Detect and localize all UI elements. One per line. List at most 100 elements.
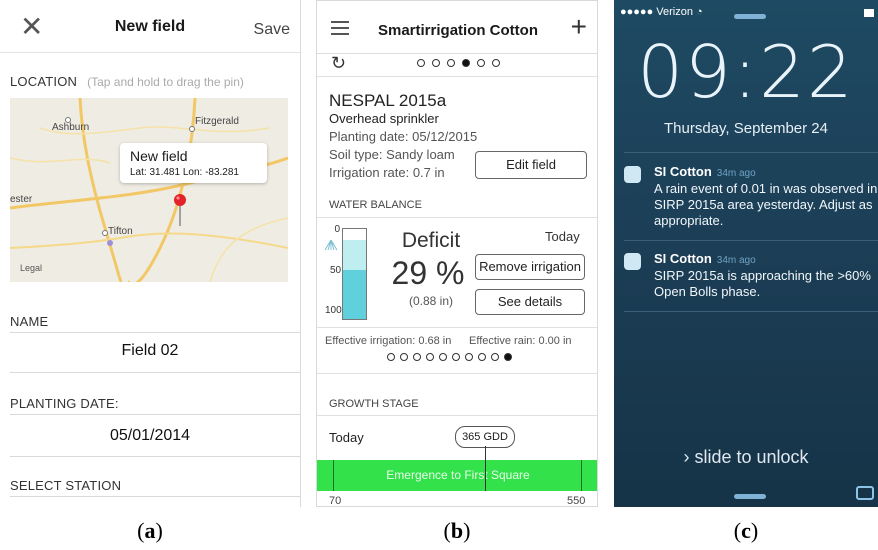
location-label-text: LOCATION: [10, 74, 78, 89]
slide-to-unlock[interactable]: › slide to unlock: [614, 447, 878, 468]
page-dot[interactable]: [465, 353, 473, 361]
notification-center-handle[interactable]: [734, 14, 766, 19]
divider: [317, 415, 597, 416]
caption-c: (c): [733, 518, 759, 543]
lock-date: Thursday, September 24: [664, 120, 828, 137]
page-dot[interactable]: [426, 353, 434, 361]
gauge-fill-deficit: [343, 269, 366, 319]
carrier-name: Verizon: [656, 6, 693, 18]
page-dot[interactable]: [478, 353, 486, 361]
divider: [317, 217, 597, 218]
plus-icon[interactable]: +: [571, 11, 587, 43]
range-max: 550: [567, 495, 586, 507]
app-title: Smartirrigation Cotton: [378, 22, 538, 39]
page-dot[interactable]: [432, 59, 440, 67]
irrigation-rate: Irrigation rate: 0.7 in: [329, 165, 445, 180]
gauge-scale-label: 50: [330, 265, 342, 276]
location-label: LOCATION (Tap and hold to drag the pin): [10, 74, 244, 89]
edit-field-button[interactable]: Edit field: [475, 151, 587, 179]
select-station-label[interactable]: SELECT STATION: [10, 478, 121, 493]
divider: [317, 373, 597, 374]
notification-message: SIRP 2015a is approaching the >60% Open …: [654, 268, 871, 299]
divider: [624, 311, 878, 312]
caption-letter: c: [741, 518, 751, 543]
day-label: Today: [545, 229, 580, 244]
planting-date-field[interactable]: 05/01/2014: [0, 427, 300, 445]
divider: [10, 496, 300, 497]
map-pin-icon[interactable]: [173, 193, 187, 227]
control-center-handle[interactable]: [734, 494, 766, 499]
field-dashboard-screen: Smartirrigation Cotton + ↻ NESPAL 2015a …: [316, 0, 598, 507]
page-dot[interactable]: [439, 353, 447, 361]
caption-a: (a): [137, 518, 163, 543]
divider: [624, 240, 878, 241]
page-dot[interactable]: [477, 59, 485, 67]
irrigation-type: Overhead sprinkler: [329, 111, 439, 126]
camera-icon[interactable]: [856, 486, 874, 500]
map-legal-link[interactable]: Legal: [20, 263, 42, 273]
deficit-inches: (0.88 in): [408, 294, 454, 308]
growth-today-label: Today: [329, 430, 364, 445]
gdd-marker-line: [485, 446, 486, 491]
nav-bar: ✕ New field Save: [0, 0, 300, 53]
divider: [10, 456, 300, 457]
water-balance-label: WATER BALANCE: [329, 199, 422, 211]
pin-callout: New field Lat: 31.481 Lon: -83.281: [120, 143, 267, 183]
gdd-marker: 365 GDD: [455, 426, 515, 448]
page-dot[interactable]: [491, 353, 499, 361]
app-icon: [624, 253, 641, 270]
new-field-screen: ✕ New field Save LOCATION (Tap and hold t…: [0, 0, 301, 507]
refresh-icon[interactable]: ↻: [331, 53, 346, 74]
map-town-label: Fitzgerald: [195, 116, 239, 127]
gauge-scale-label: 0: [334, 224, 340, 235]
slide-text: slide to unlock: [694, 447, 809, 467]
location-map[interactable]: Ashburn Fitzgerald ester Tifton New fiel…: [10, 98, 288, 282]
nav-bar: Smartirrigation Cotton +: [317, 1, 597, 54]
caption-letter: b: [450, 518, 464, 543]
location-hint: (Tap and hold to drag the pin): [87, 75, 244, 89]
range-min: 70: [329, 495, 342, 507]
page-dot[interactable]: [492, 59, 500, 67]
divider: [10, 414, 300, 415]
effective-rain: Effective rain: 0.00 in: [469, 335, 572, 347]
page-dot[interactable]: [447, 59, 455, 67]
divider: [10, 372, 300, 373]
day-indicator[interactable]: [387, 353, 512, 361]
field-name: NESPAL 2015a: [329, 91, 447, 110]
battery-icon: [864, 9, 874, 17]
notification-app: SI Cotton 34m ago: [654, 251, 756, 266]
save-button[interactable]: Save: [254, 21, 290, 39]
notification-item[interactable]: SI Cotton 34m ago A rain event of 0.01 in…: [624, 164, 877, 234]
lock-screen: ●●●●● Verizon ◔ 09:22 Thursday, Septembe…: [614, 0, 878, 507]
notification-app: SI Cotton 34m ago: [654, 164, 756, 179]
page-dot[interactable]: [417, 59, 425, 67]
see-details-button[interactable]: See details: [475, 289, 585, 315]
remove-irrigation-button[interactable]: Remove irrigation: [475, 254, 585, 280]
growth-stage-label: GROWTH STAGE: [329, 398, 419, 410]
callout-coordinates: Lat: 31.481 Lon: -83.281: [130, 167, 239, 178]
page-dot[interactable]: [413, 353, 421, 361]
growth-stage-name: Emergence to First Square: [386, 468, 530, 482]
page-indicator[interactable]: [417, 59, 500, 67]
notification-item[interactable]: SI Cotton 34m ago SIRP 2015a is approachi…: [624, 251, 874, 301]
page-dot[interactable]: [400, 353, 408, 361]
page-dot[interactable]: [387, 353, 395, 361]
name-field[interactable]: Field 02: [0, 342, 300, 360]
wifi-icon: ◔: [696, 6, 703, 18]
divider: [10, 332, 300, 333]
map-town-label: Tifton: [108, 226, 133, 237]
notification-time: 34m ago: [716, 255, 756, 266]
gauge-scale-label: 100: [325, 305, 342, 316]
page-dot[interactable]: [462, 59, 470, 67]
lock-clock: 09:22: [637, 30, 855, 114]
page-dot[interactable]: [452, 353, 460, 361]
name-label: NAME: [10, 314, 49, 329]
map-town-label: Ashburn: [52, 122, 90, 133]
divider: [317, 327, 597, 328]
map-town-label: ester: [10, 194, 33, 205]
notification-time: 34m ago: [716, 168, 756, 179]
app-icon: [624, 166, 641, 183]
page-dot[interactable]: [504, 353, 512, 361]
planting-date-label: PLANTING DATE:: [10, 396, 119, 411]
callout-title: New field: [130, 148, 188, 164]
